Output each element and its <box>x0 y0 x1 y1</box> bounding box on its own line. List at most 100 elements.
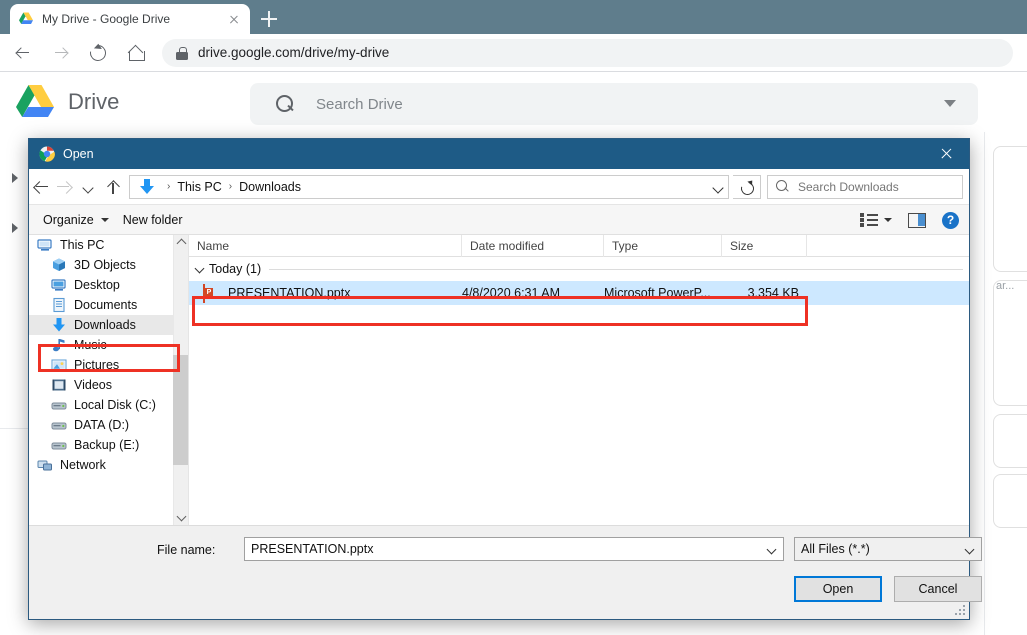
column-header-size[interactable]: Size <box>722 234 807 257</box>
tree-item-pictures[interactable]: Pictures <box>29 355 174 375</box>
tree-item-network[interactable]: Network <box>29 455 174 475</box>
drive-sidebar-expander-1[interactable] <box>8 170 24 186</box>
file-group-header[interactable]: Today (1) <box>189 257 969 281</box>
cancel-button[interactable]: Cancel <box>894 576 982 602</box>
chevron-down-icon[interactable] <box>884 218 892 222</box>
tree-item-data-d[interactable]: DATA (D:) <box>29 415 174 435</box>
drive-card-label: ar... <box>996 280 1015 292</box>
chevron-down-icon[interactable] <box>944 100 956 107</box>
chevron-down-icon[interactable] <box>714 184 722 192</box>
drive-file-card[interactable] <box>993 474 1027 528</box>
preview-pane-icon[interactable] <box>908 212 926 228</box>
dialog-search-box[interactable]: Search Downloads <box>767 174 963 199</box>
recent-locations-button[interactable] <box>77 175 101 199</box>
drive-sidebar-expander-2[interactable] <box>8 220 24 236</box>
forward-button[interactable] <box>44 37 76 69</box>
tree-item-label: Documents <box>74 298 138 312</box>
powerpoint-icon: P <box>203 284 219 303</box>
address-bar[interactable]: drive.google.com/drive/my-drive <box>162 38 1013 67</box>
nav-pane-scrollbar[interactable] <box>173 235 188 525</box>
search-icon <box>276 95 294 113</box>
breadcrumb-item-downloads[interactable]: Downloads <box>239 180 301 194</box>
tree-item-documents[interactable]: Documents <box>29 295 174 315</box>
column-header-date-modified[interactable]: Date modified <box>462 234 604 257</box>
downloads-icon <box>51 317 67 333</box>
lock-icon <box>176 46 188 60</box>
tree-item-label: Desktop <box>74 278 120 292</box>
music-icon <box>51 337 67 353</box>
new-tab-button[interactable] <box>258 8 280 30</box>
drive-search-box[interactable]: Search Drive <box>250 83 978 125</box>
breadcrumb-bar[interactable]: › This PC › Downloads <box>129 174 729 199</box>
chevron-down-icon[interactable] <box>193 262 207 276</box>
tree-item-local-disk-c[interactable]: Local Disk (C:) <box>29 395 174 415</box>
chevron-down-icon <box>100 217 109 222</box>
breadcrumb-item-this-pc[interactable]: This PC <box>177 180 221 194</box>
tree-item-3d-objects[interactable]: 3D Objects <box>29 255 174 275</box>
organize-button[interactable]: Organize <box>43 213 109 227</box>
tree-item-videos[interactable]: Videos <box>29 375 174 395</box>
tree-item-desktop[interactable]: Desktop <box>29 275 174 295</box>
scroll-down-arrow-icon[interactable] <box>174 510 188 525</box>
cell-file-name: PRESENTATION.pptx <box>228 286 351 300</box>
home-icon <box>129 46 145 61</box>
tree-item-this-pc[interactable]: This PC <box>29 235 174 255</box>
folder-tree: This PC 3D Objects Desktop Documents Downloa… <box>29 235 174 475</box>
new-folder-button[interactable]: New folder <box>123 213 183 227</box>
file-type-value: All Files (*.*) <box>801 542 870 556</box>
column-header-name[interactable]: Name <box>189 234 462 257</box>
tree-item-downloads[interactable]: Downloads <box>29 315 174 335</box>
tree-item-label: Pictures <box>74 358 120 372</box>
scroll-up-arrow-icon[interactable] <box>174 235 188 250</box>
open-button[interactable]: Open <box>794 576 882 602</box>
drive-file-card[interactable] <box>993 414 1027 468</box>
help-icon[interactable]: ? <box>942 211 959 229</box>
tree-item-music[interactable]: Music <box>29 335 174 355</box>
file-list-pane: Name Date modified Type Size Today (1) P… <box>189 234 969 525</box>
dialog-navigation-bar: › This PC › Downloads Search Downloads <box>29 169 969 205</box>
home-button[interactable] <box>120 37 152 69</box>
scrollbar-thumb[interactable] <box>173 355 188 465</box>
tree-item-label: Music <box>74 338 107 352</box>
tree-item-label: Local Disk (C:) <box>74 398 156 412</box>
column-header-type[interactable]: Type <box>604 234 722 257</box>
computer-icon <box>37 237 53 253</box>
refresh-button[interactable] <box>733 174 761 199</box>
dialog-close-button[interactable] <box>923 139 969 169</box>
dialog-search-placeholder: Search Downloads <box>798 179 899 194</box>
dialog-footer: File name: PRESENTATION.pptx All Files (… <box>29 525 982 619</box>
file-name-input[interactable]: PRESENTATION.pptx <box>244 537 784 561</box>
dialog-forward-button[interactable] <box>53 175 77 199</box>
drive-file-card[interactable] <box>993 280 1027 406</box>
file-group-label: Today (1) <box>209 262 262 276</box>
dialog-up-button[interactable] <box>101 175 125 199</box>
dialog-back-button[interactable] <box>29 175 53 199</box>
chevron-down-icon[interactable] <box>966 546 974 554</box>
chevron-down-icon[interactable] <box>768 546 776 554</box>
chrome-icon <box>39 146 55 162</box>
tree-item-label: 3D Objects <box>74 258 136 272</box>
drive-file-card[interactable] <box>993 146 1027 272</box>
reload-icon <box>86 41 110 64</box>
organize-label: Organize <box>43 212 94 227</box>
dialog-title: Open <box>63 147 94 161</box>
tree-item-label: Backup (E:) <box>74 438 140 452</box>
google-drive-favicon <box>18 11 34 27</box>
tree-item-backup-e[interactable]: Backup (E:) <box>29 435 174 455</box>
tree-item-label: DATA (D:) <box>74 418 130 432</box>
resize-grip[interactable] <box>955 605 966 616</box>
browser-tab[interactable]: My Drive - Google Drive <box>10 4 250 34</box>
table-row[interactable]: P PRESENTATION.pptx 4/8/2020 6:31 AM Mic… <box>189 281 969 305</box>
file-type-select[interactable]: All Files (*.*) <box>794 537 982 561</box>
cell-size: 3,354 KB <box>747 286 799 300</box>
desktop-icon <box>51 277 67 293</box>
search-icon <box>776 179 790 194</box>
reload-button[interactable] <box>82 37 114 69</box>
drive-content-divider <box>984 132 985 635</box>
tab-close-icon[interactable] <box>226 11 242 27</box>
back-button[interactable] <box>6 37 38 69</box>
downloads-icon <box>138 178 156 195</box>
file-list-header: Name Date modified Type Size <box>189 234 969 257</box>
help-glyph: ? <box>946 212 955 227</box>
view-options-icon[interactable] <box>860 213 878 227</box>
